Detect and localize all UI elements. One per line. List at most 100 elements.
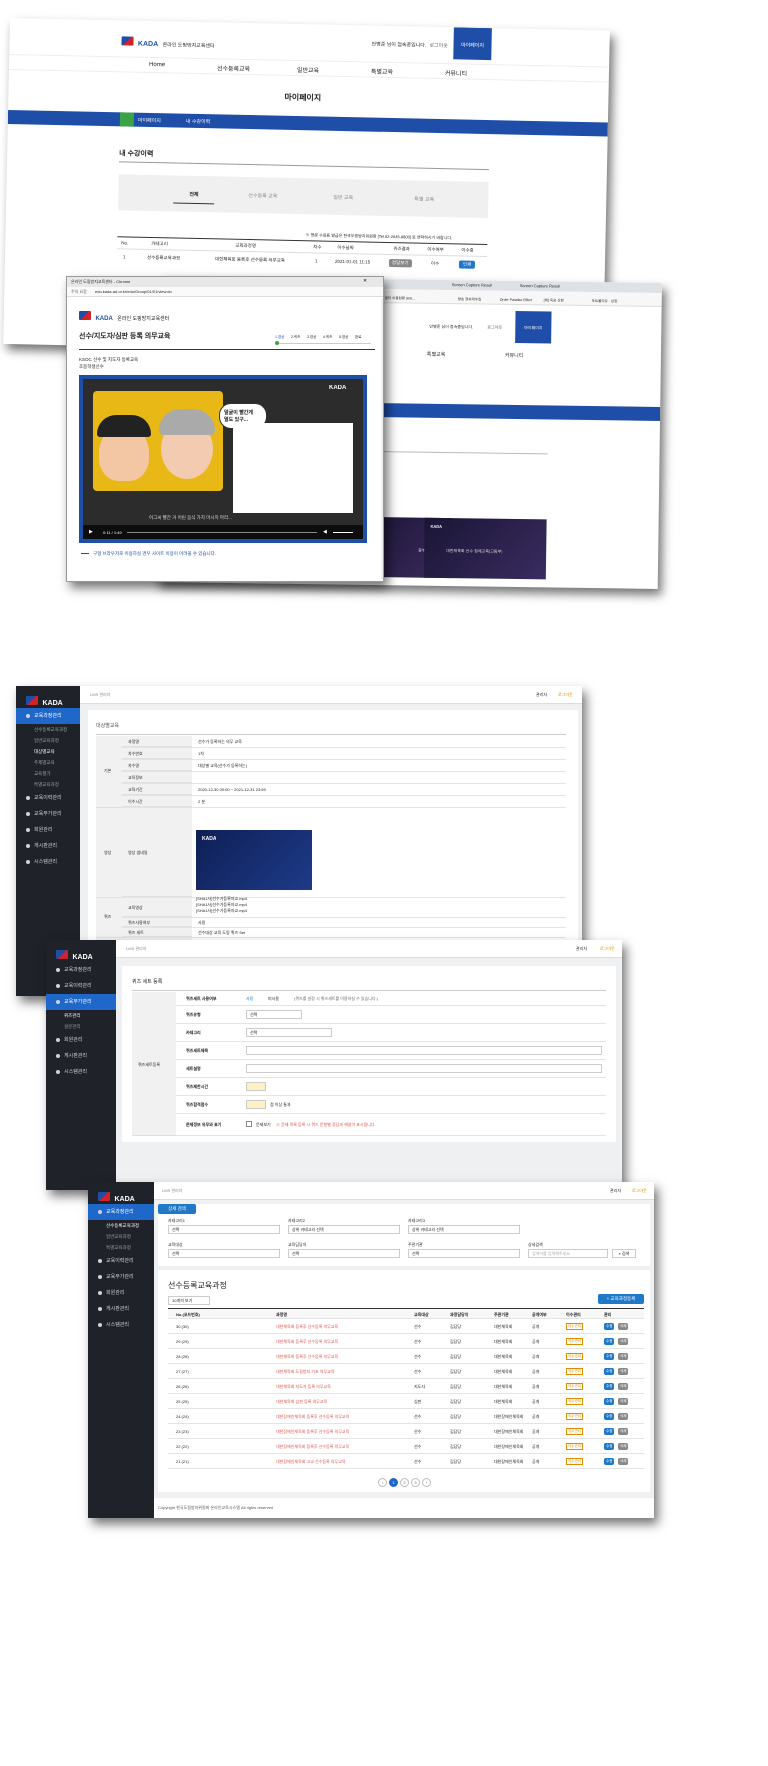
menu-system[interactable]: 시스템관리: [46, 1064, 116, 1080]
filter-select[interactable]: 선택: [168, 1249, 280, 1258]
menu-extra[interactable]: 교육부가관리: [88, 1269, 154, 1285]
edit-button[interactable]: 수정: [604, 1443, 615, 1450]
admin-logout[interactable]: 로그아웃: [558, 692, 573, 698]
add-course-button[interactable]: + 교육과정등록: [598, 1294, 644, 1304]
search-input[interactable]: 검색어를 입력해주세요.: [528, 1249, 608, 1258]
admin-logout[interactable]: 로그아웃: [632, 1188, 647, 1194]
manage-button[interactable]: 이수관리: [566, 1428, 583, 1435]
filter-select[interactable]: 선택: [408, 1249, 520, 1258]
menu-history[interactable]: 교육이력관리: [16, 790, 80, 806]
menu-system[interactable]: 시스템관리: [16, 854, 80, 870]
admin-logout[interactable]: 로그아웃: [600, 946, 615, 952]
edit-button[interactable]: 수정: [604, 1353, 615, 1360]
number-field[interactable]: [246, 1100, 266, 1109]
manage-button[interactable]: 이수관리: [566, 1398, 583, 1405]
bookmark-5[interactable]: 포트폴리오 · 상장: [592, 299, 618, 304]
scrollbar[interactable]: [381, 299, 383, 579]
menu-board[interactable]: 게시판관리: [88, 1301, 154, 1317]
page-button[interactable]: 2: [400, 1478, 409, 1487]
bookmark-3[interactable]: Order Parallax Effect: [500, 298, 532, 302]
edit-button[interactable]: 수정: [604, 1338, 615, 1345]
delete-button[interactable]: 삭제: [618, 1383, 629, 1390]
course-link[interactable]: 대한장애인체육회 등록후 선수등록 의무교육: [276, 1429, 349, 1435]
breadcrumb-1[interactable]: 마이페이지: [138, 117, 161, 124]
url-bar[interactable]: edu.kada-ad.or.kr/edu/Group/01/01/view.d…: [95, 289, 172, 294]
video-file[interactable]: [SHA1사]선수가등록자교.mp4: [196, 908, 247, 914]
edit-button[interactable]: 수정: [604, 1323, 615, 1330]
radio-unuse[interactable]: 미사용: [268, 996, 279, 1002]
delete-button[interactable]: 삭제: [618, 1443, 629, 1450]
volume-slider[interactable]: [333, 532, 353, 533]
page-button[interactable]: ‹: [378, 1478, 387, 1487]
play-icon[interactable]: ▶: [89, 529, 93, 535]
site-logo[interactable]: KADA 온라인 도핑방지교육센터: [121, 32, 215, 52]
answer-button[interactable]: 정답보기: [388, 258, 412, 268]
page-button[interactable]: 3: [411, 1478, 420, 1487]
nav-community[interactable]: 커뮤니티: [505, 352, 524, 359]
course-link[interactable]: 대한체육회 등록후 선수등록 의무교육: [276, 1354, 338, 1360]
menu-board[interactable]: 게시판관리: [46, 1048, 116, 1064]
manage-button[interactable]: 이수관리: [566, 1413, 583, 1420]
course-link[interactable]: 대한체육회 심판 등록 의무교육: [276, 1399, 327, 1405]
home-icon[interactable]: [119, 112, 135, 127]
delete-button[interactable]: 삭제: [618, 1323, 629, 1330]
manage-button[interactable]: 이수관리: [566, 1443, 583, 1450]
page-button[interactable]: ›: [422, 1478, 431, 1487]
menu-extra[interactable]: 교육부가관리: [46, 994, 116, 1010]
edit-button[interactable]: 수정: [604, 1458, 615, 1465]
course-link[interactable]: 대한체육회 도핑방지 기초 의무교육: [276, 1369, 335, 1375]
bookmark-4[interactable]: [제] 독표 신청: [544, 298, 564, 303]
close-icon[interactable]: ✕: [363, 278, 367, 284]
submenu-special[interactable]: 특별교육과정: [16, 779, 80, 790]
manage-button[interactable]: 이수관리: [566, 1353, 583, 1360]
submenu-eval[interactable]: 교육평가: [16, 768, 80, 779]
select-field[interactable]: 선택: [246, 1010, 302, 1019]
browser-tab-1[interactable]: Screen Capture Result: [452, 282, 493, 288]
submenu-survey[interactable]: 설문관리: [46, 1021, 116, 1032]
nav-community[interactable]: 커뮤니티: [445, 68, 467, 77]
logout-link[interactable]: 로그아웃: [429, 42, 448, 49]
manage-button[interactable]: 이수관리: [566, 1458, 583, 1465]
edit-button[interactable]: 수정: [604, 1383, 615, 1390]
volume-icon[interactable]: ◀: [323, 529, 327, 535]
course-link[interactable]: 대한체육회 등록후 선수등록 의무교육: [276, 1324, 338, 1330]
submenu-quiz[interactable]: 퀴즈관리: [46, 1010, 116, 1021]
edit-button[interactable]: 수정: [604, 1398, 615, 1405]
filter-select[interactable]: 선택: [168, 1225, 280, 1234]
menu-course[interactable]: 교육과정관리: [16, 708, 80, 724]
tab-athlete[interactable]: 선수등록 교육: [248, 192, 277, 200]
display-checkbox[interactable]: [246, 1121, 252, 1127]
nav-athlete[interactable]: 선수등록교육: [217, 63, 250, 73]
menu-board[interactable]: 게시판관리: [16, 838, 80, 854]
mypage-button[interactable]: 마이페이지: [453, 27, 492, 61]
page-button[interactable]: 1: [389, 1478, 398, 1487]
course-link[interactable]: 대한체육회 등록후 선수등록 의무교육: [276, 1339, 338, 1345]
course-link[interactable]: 대한장애인체육회 고교 선수등록 의무교육: [276, 1459, 346, 1465]
delete-button[interactable]: 삭제: [618, 1428, 629, 1435]
edit-button[interactable]: 수정: [604, 1368, 615, 1375]
nav-home[interactable]: Home: [149, 62, 165, 68]
edit-button[interactable]: 수정: [604, 1413, 615, 1420]
search-button[interactable]: ⌕ 검색: [612, 1249, 636, 1258]
delete-button[interactable]: 삭제: [618, 1413, 629, 1420]
edit-button[interactable]: 수정: [604, 1428, 615, 1435]
delete-button[interactable]: 삭제: [618, 1398, 629, 1405]
delete-button[interactable]: 삭제: [618, 1458, 629, 1465]
submenu-general[interactable]: 일반교육과정: [88, 1231, 154, 1242]
menu-course[interactable]: 교육과정관리: [88, 1204, 154, 1220]
browser-tab-2[interactable]: Screen Capture Result: [520, 283, 561, 289]
submenu-athlete[interactable]: 선수등록교육과정: [88, 1220, 154, 1231]
bookmark-1[interactable]: 필터 이용현황 (KB...: [385, 296, 415, 301]
delete-button[interactable]: 삭제: [618, 1368, 629, 1375]
submenu-topic[interactable]: 주제별교육: [16, 757, 80, 768]
menu-members[interactable]: 회원관리: [16, 822, 80, 838]
menu-system[interactable]: 시스템관리: [88, 1317, 154, 1333]
menu-history[interactable]: 교육이력관리: [46, 978, 116, 994]
logout-link[interactable]: 로그아웃: [487, 325, 502, 331]
manage-button[interactable]: 이수관리: [566, 1368, 583, 1375]
manage-button[interactable]: 이수관리: [566, 1323, 583, 1330]
page-size-select[interactable]: 10개씩 보기: [168, 1296, 210, 1305]
detail-search-tab[interactable]: 상세 검색: [158, 1204, 196, 1214]
nav-special[interactable]: 특별교육: [371, 67, 393, 76]
print-button[interactable]: 인쇄: [458, 260, 476, 269]
